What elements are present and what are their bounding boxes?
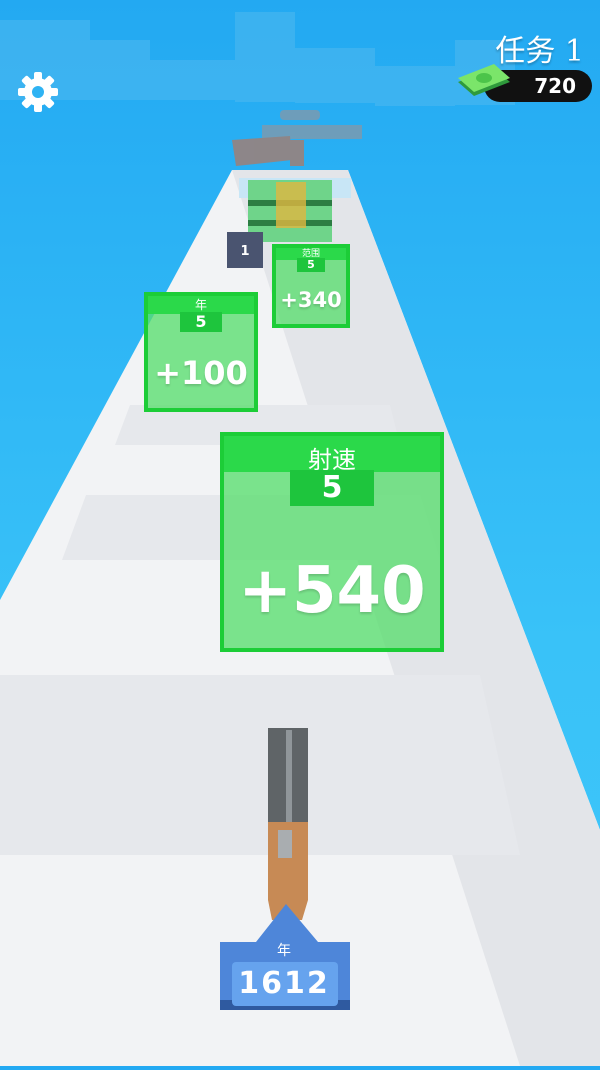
city-skyline: [0, 12, 515, 106]
gate-bonus: +340: [280, 288, 342, 312]
settings-button[interactable]: [16, 70, 60, 114]
player-year-value: 1612: [238, 966, 330, 1001]
gate-stat-value: 5: [297, 258, 325, 272]
gate-stat-value: 5: [180, 312, 222, 332]
gate-bonus: +540: [238, 554, 426, 628]
gate-stat-label: 年: [194, 298, 207, 312]
far-rifle: [232, 110, 362, 166]
gear-icon: [18, 72, 58, 112]
gate-year: 年 5 +100: [144, 292, 258, 412]
player-gun: [268, 728, 308, 920]
money-amount: 720: [534, 74, 576, 98]
gate-fire-rate: 射速 5 +540: [220, 432, 444, 652]
cash-icon: [458, 64, 510, 96]
gate-range: 范围 5 +340: [272, 244, 350, 328]
far-block-number: 1: [240, 244, 249, 259]
gate-stat-value: 5: [290, 470, 374, 506]
money-counter: 720: [458, 64, 592, 102]
player-stat-label: 年: [277, 943, 291, 959]
gate-bonus: +100: [154, 354, 248, 392]
